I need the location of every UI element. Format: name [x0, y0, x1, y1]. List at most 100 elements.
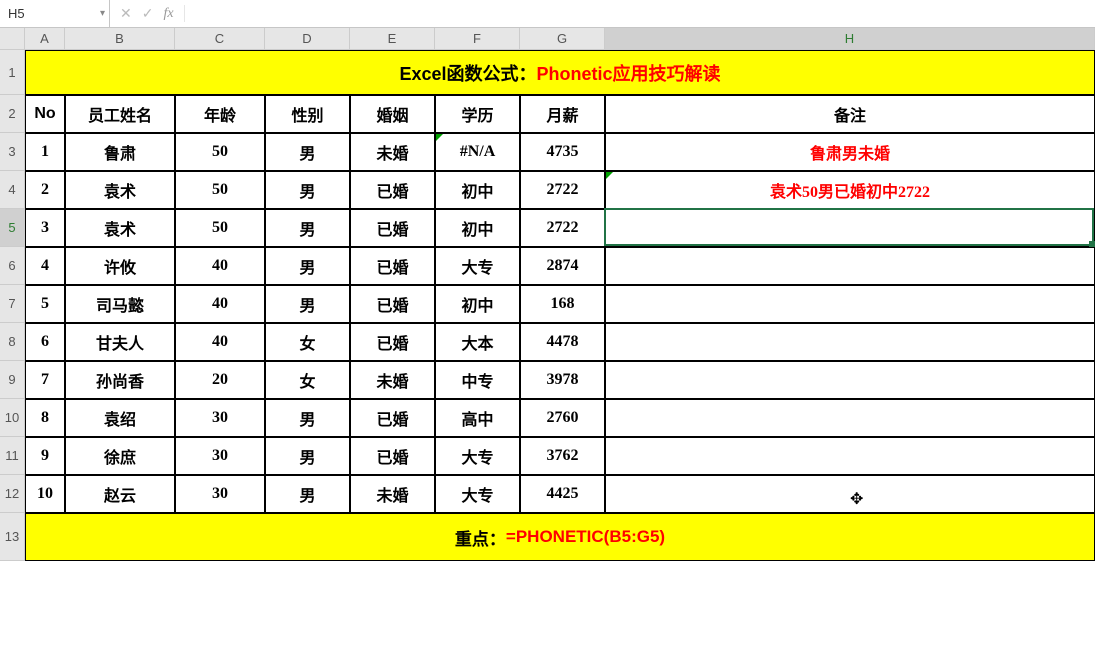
data-cell[interactable]: 高中	[435, 399, 520, 437]
data-cell[interactable]: 男	[265, 285, 350, 323]
footer-cell[interactable]: 重点：=PHONETIC(B5:G5)	[25, 513, 1095, 561]
data-cell[interactable]: 2760	[520, 399, 605, 437]
data-cell[interactable]: 6	[25, 323, 65, 361]
data-cell[interactable]: 50	[175, 133, 265, 171]
data-cell[interactable]: 9	[25, 437, 65, 475]
column-header-G[interactable]: G	[520, 28, 605, 49]
data-cell[interactable]: 赵云	[65, 475, 175, 513]
data-cell[interactable]: 袁术	[65, 209, 175, 247]
data-cell[interactable]: 30	[175, 475, 265, 513]
column-header-D[interactable]: D	[265, 28, 350, 49]
column-header-H[interactable]: H	[605, 28, 1095, 49]
data-cell[interactable]: 30	[175, 399, 265, 437]
data-cell[interactable]	[605, 247, 1095, 285]
column-header-B[interactable]: B	[65, 28, 175, 49]
data-cell[interactable]: 10	[25, 475, 65, 513]
row-header-1[interactable]: 1	[0, 50, 25, 95]
data-cell[interactable]: 中专	[435, 361, 520, 399]
row-header-11[interactable]: 11	[0, 437, 25, 475]
row-header-13[interactable]: 13	[0, 513, 25, 561]
data-cell[interactable]	[605, 437, 1095, 475]
data-cell[interactable]: 50	[175, 171, 265, 209]
data-cell[interactable]: 3	[25, 209, 65, 247]
data-cell[interactable]: 男	[265, 437, 350, 475]
cells-area[interactable]: Excel函数公式：Phonetic应用技巧解读No员工姓名年龄性别婚姻学历月薪…	[25, 50, 1095, 561]
data-cell[interactable]	[605, 475, 1095, 513]
row-header-3[interactable]: 3	[0, 133, 25, 171]
data-cell[interactable]: 许攸	[65, 247, 175, 285]
data-cell[interactable]: 大专	[435, 475, 520, 513]
formula-input[interactable]	[185, 0, 1095, 27]
data-cell[interactable]: 鲁肃男未婚	[605, 133, 1095, 171]
data-cell[interactable]: 40	[175, 247, 265, 285]
data-cell[interactable]: 袁术50男已婚初中2722	[605, 171, 1095, 209]
cancel-icon[interactable]: ✕	[120, 5, 132, 22]
column-header-C[interactable]: C	[175, 28, 265, 49]
data-cell[interactable]: 男	[265, 475, 350, 513]
column-header-F[interactable]: F	[435, 28, 520, 49]
data-cell[interactable]: 40	[175, 285, 265, 323]
data-cell[interactable]: 7	[25, 361, 65, 399]
data-cell[interactable]: 已婚	[350, 171, 435, 209]
data-cell[interactable]: 男	[265, 133, 350, 171]
data-cell[interactable]: 袁绍	[65, 399, 175, 437]
header-cell[interactable]: 学历	[435, 95, 520, 133]
header-cell[interactable]: 婚姻	[350, 95, 435, 133]
row-header-10[interactable]: 10	[0, 399, 25, 437]
column-header-E[interactable]: E	[350, 28, 435, 49]
row-header-5[interactable]: 5	[0, 209, 25, 247]
data-cell[interactable]: 4478	[520, 323, 605, 361]
data-cell[interactable]: 8	[25, 399, 65, 437]
data-cell[interactable]: 168	[520, 285, 605, 323]
data-cell[interactable]: 1	[25, 133, 65, 171]
row-header-2[interactable]: 2	[0, 95, 25, 133]
data-cell[interactable]: 2874	[520, 247, 605, 285]
data-cell[interactable]: 女	[265, 323, 350, 361]
data-cell[interactable]: 初中	[435, 285, 520, 323]
data-cell[interactable]: 大专	[435, 247, 520, 285]
row-header-8[interactable]: 8	[0, 323, 25, 361]
data-cell[interactable]: 2722	[520, 171, 605, 209]
data-cell[interactable]: 已婚	[350, 437, 435, 475]
row-header-6[interactable]: 6	[0, 247, 25, 285]
data-cell[interactable]: 5	[25, 285, 65, 323]
data-cell[interactable]: 大本	[435, 323, 520, 361]
fx-icon[interactable]: fx	[163, 6, 173, 22]
data-cell[interactable]: 男	[265, 209, 350, 247]
data-cell[interactable]	[605, 209, 1095, 247]
data-cell[interactable]: 已婚	[350, 247, 435, 285]
data-cell[interactable]: 孙尚香	[65, 361, 175, 399]
data-cell[interactable]: 初中	[435, 209, 520, 247]
data-cell[interactable]: 4	[25, 247, 65, 285]
row-header-7[interactable]: 7	[0, 285, 25, 323]
row-header-9[interactable]: 9	[0, 361, 25, 399]
data-cell[interactable]: 未婚	[350, 133, 435, 171]
data-cell[interactable]: 袁术	[65, 171, 175, 209]
data-cell[interactable]: 鲁肃	[65, 133, 175, 171]
data-cell[interactable]: 50	[175, 209, 265, 247]
data-cell[interactable]: 3978	[520, 361, 605, 399]
spreadsheet-grid[interactable]: ABCDEFGH 12345678910111213 Excel函数公式：Pho…	[0, 28, 1095, 648]
data-cell[interactable]: 已婚	[350, 285, 435, 323]
header-cell[interactable]: No	[25, 95, 65, 133]
data-cell[interactable]	[605, 285, 1095, 323]
data-cell[interactable]: 3762	[520, 437, 605, 475]
header-cell[interactable]: 年龄	[175, 95, 265, 133]
header-cell[interactable]: 员工姓名	[65, 95, 175, 133]
data-cell[interactable]: 2	[25, 171, 65, 209]
data-cell[interactable]: 2722	[520, 209, 605, 247]
data-cell[interactable]: 20	[175, 361, 265, 399]
data-cell[interactable]: 未婚	[350, 361, 435, 399]
row-header-12[interactable]: 12	[0, 475, 25, 513]
select-all-corner[interactable]	[0, 28, 25, 50]
data-cell[interactable]	[605, 323, 1095, 361]
data-cell[interactable]: 男	[265, 171, 350, 209]
data-cell[interactable]: 女	[265, 361, 350, 399]
data-cell[interactable]: 已婚	[350, 209, 435, 247]
name-box-dropdown-icon[interactable]: ▾	[100, 8, 105, 19]
data-cell[interactable]	[605, 399, 1095, 437]
data-cell[interactable]	[605, 361, 1095, 399]
data-cell[interactable]: 大专	[435, 437, 520, 475]
data-cell[interactable]: 男	[265, 399, 350, 437]
row-header-4[interactable]: 4	[0, 171, 25, 209]
